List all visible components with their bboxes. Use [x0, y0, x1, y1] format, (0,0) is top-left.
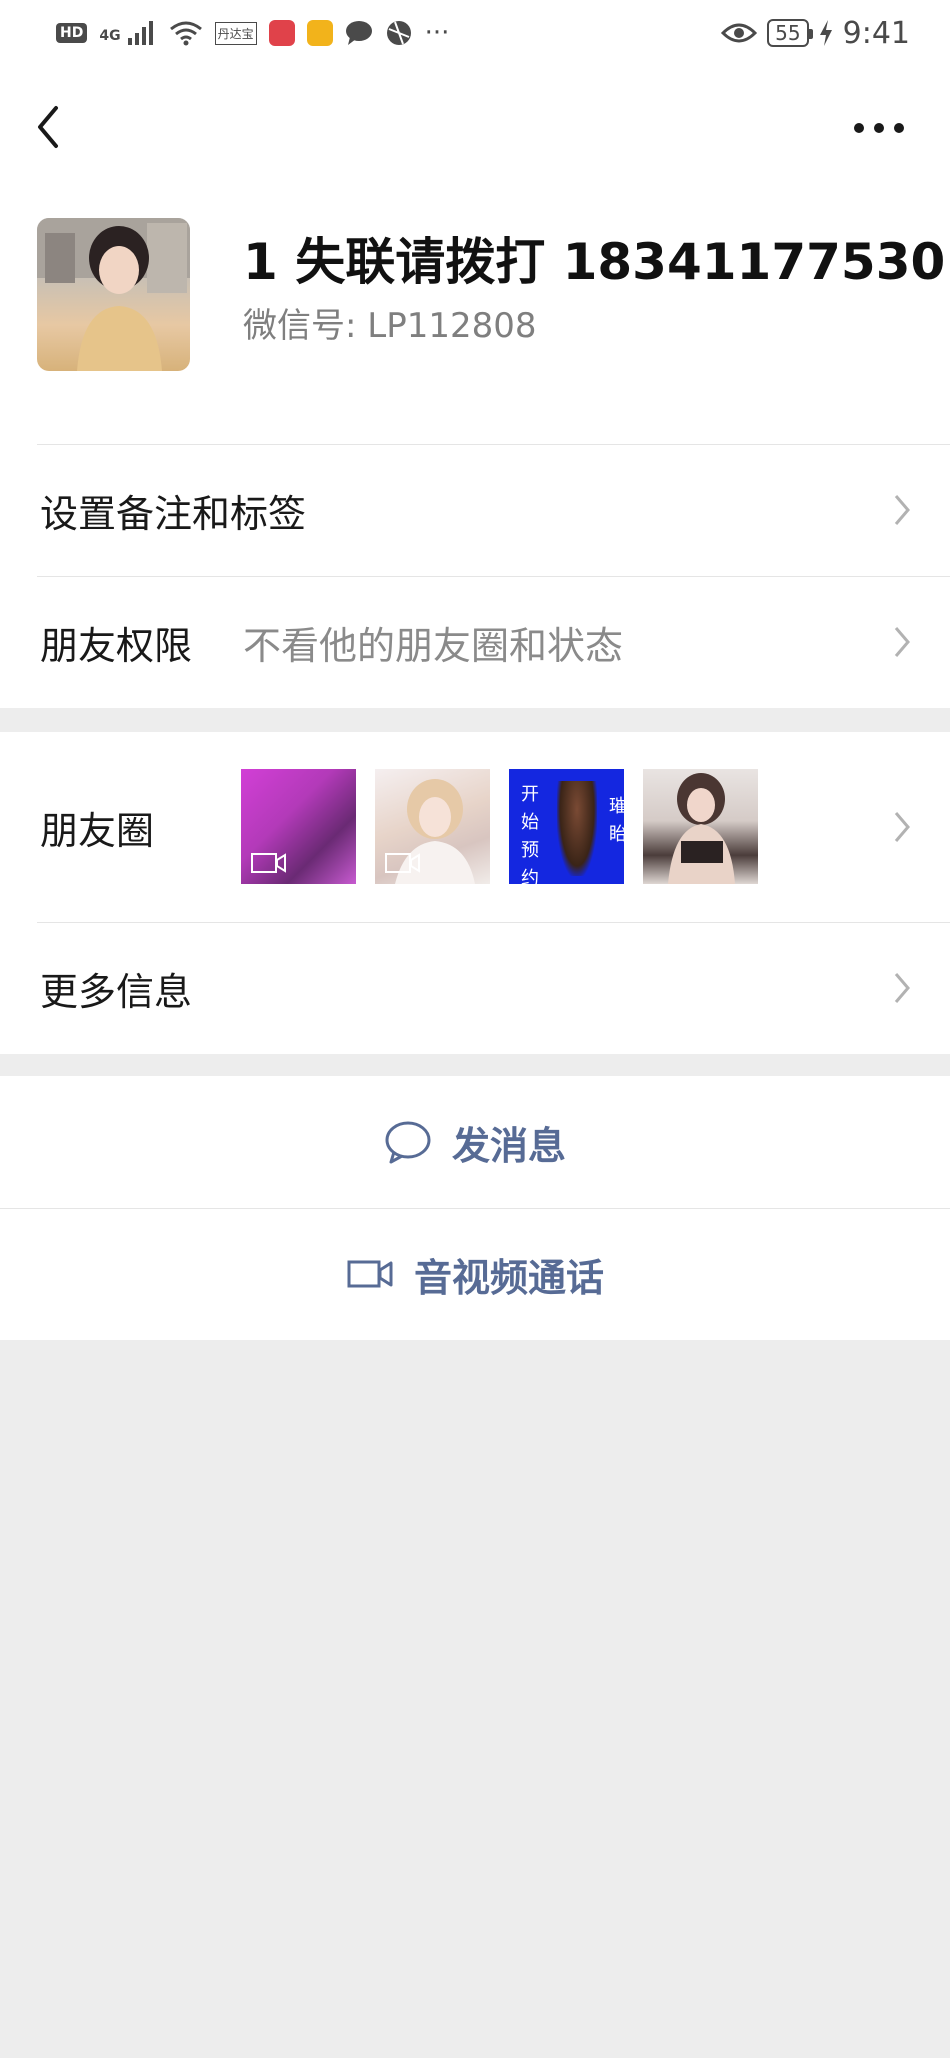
thumbnail-caption: 开始预约 [521, 784, 539, 884]
chevron-right-icon [894, 812, 910, 842]
video-icon [251, 853, 286, 873]
clock: 9:41 [842, 15, 910, 51]
eye-icon [721, 23, 758, 43]
moments-label: 朋友圈 [40, 808, 155, 853]
moments-section: 朋友圈 开始预约 璀眙 更多信息 [0, 732, 950, 1054]
reader-app-icon [268, 20, 295, 46]
thumbnail-figure [557, 781, 597, 876]
divider [37, 444, 950, 445]
app-badge-icon: 丹达宝 [214, 21, 257, 45]
top-nav [0, 66, 950, 186]
chat-bubble-icon [385, 1121, 431, 1164]
video-icon [385, 853, 420, 873]
send-message-button[interactable]: 发消息 [0, 1076, 950, 1208]
wechat-id: 微信号: LP112808 [243, 306, 537, 346]
av-call-button[interactable]: 音视频通话 [0, 1208, 950, 1340]
battery-indicator: 55 [767, 19, 814, 47]
chevron-right-icon [894, 627, 910, 657]
chevron-right-icon [894, 973, 910, 1003]
wifi-icon [169, 21, 202, 46]
av-call-label: 音视频通话 [413, 1255, 604, 1300]
more-info-label: 更多信息 [40, 969, 193, 1014]
status-bar: HD 4G 丹达宝 ··· 55 9:41 [0, 0, 950, 66]
moments-thumbnails: 开始预约 璀眙 [241, 769, 758, 884]
friend-permissions-label: 朋友权限 [40, 623, 193, 668]
profile-header: 1 失联请拨打 18341177530 微信号: LP112808 [0, 186, 950, 444]
thumbnail-caption: 璀眙 [609, 796, 624, 845]
avatar[interactable] [37, 218, 190, 371]
remark-tags-label: 设置备注和标签 [40, 491, 307, 536]
divider [37, 576, 950, 577]
thumbnail-image [668, 773, 735, 884]
chevron-right-icon [894, 495, 910, 525]
weibo-icon [306, 20, 333, 46]
more-info-row[interactable]: 更多信息 [0, 922, 950, 1054]
more-options-button[interactable] [854, 116, 910, 140]
moments-thumbnail: 开始预约 璀眙 [509, 769, 624, 884]
avatar-image [37, 218, 190, 371]
dot-icon [874, 123, 884, 133]
overflow-indicator: ··· [424, 18, 450, 48]
friend-permissions-value: 不看他的朋友圈和状态 [243, 623, 624, 668]
settings-section: 设置备注和标签 朋友权限 不看他的朋友圈和状态 [0, 444, 950, 708]
moments-thumbnail [375, 769, 490, 884]
remark-tags-row[interactable]: 设置备注和标签 [0, 444, 950, 576]
globe-icon [386, 21, 411, 45]
chat-icon [345, 21, 372, 45]
dot-icon [894, 123, 904, 133]
signal-icon [127, 21, 153, 45]
friend-permissions-row[interactable]: 朋友权限 不看他的朋友圈和状态 [0, 576, 950, 708]
actions-section: 发消息 音视频通话 [0, 1076, 950, 1340]
charging-icon [819, 20, 832, 46]
moments-thumbnail [643, 769, 758, 884]
moments-row[interactable]: 朋友圈 开始预约 璀眙 [0, 732, 950, 922]
moments-thumbnail [241, 769, 356, 884]
video-call-icon [347, 1260, 393, 1288]
profile-name: 1 失联请拨打 18341177530 [243, 233, 946, 291]
divider [0, 1208, 950, 1209]
network-type: 4G [99, 28, 121, 44]
divider [37, 922, 950, 923]
back-arrow-icon[interactable] [30, 102, 70, 152]
hd-icon: HD [56, 23, 88, 43]
dot-icon [854, 123, 864, 133]
send-message-label: 发消息 [451, 1123, 566, 1168]
